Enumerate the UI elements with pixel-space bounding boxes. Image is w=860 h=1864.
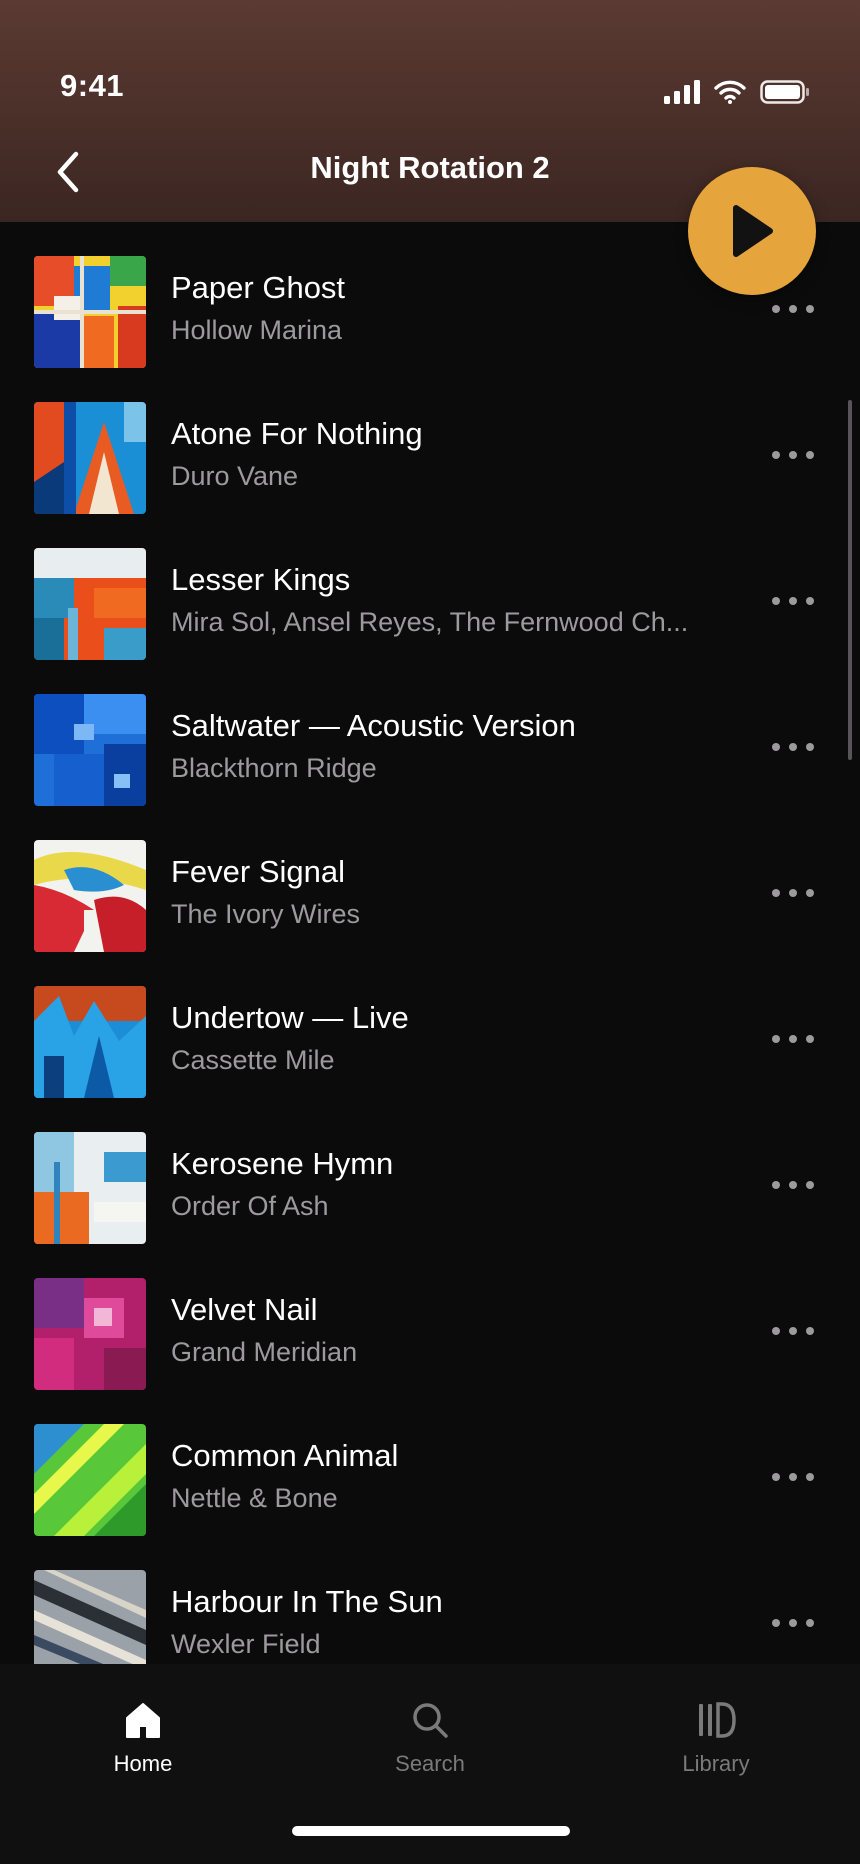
track-title: Saltwater — Acoustic Version	[171, 708, 576, 743]
track-artist: Grand Meridian	[171, 1337, 358, 1367]
track-artist: Blackthorn Ridge	[171, 753, 377, 783]
album-art	[34, 402, 146, 514]
album-art	[34, 986, 146, 1098]
track-artist: The Ivory Wires	[171, 899, 361, 929]
battery-icon	[760, 80, 809, 104]
track-title: Lesser Kings	[171, 562, 351, 597]
home-indicator[interactable]	[292, 1826, 570, 1836]
more-options-icon[interactable]	[772, 1619, 814, 1629]
more-options-icon[interactable]	[772, 743, 814, 753]
more-options-icon[interactable]	[772, 1035, 814, 1045]
wifi-icon	[714, 80, 746, 104]
track-title: Fever Signal	[171, 854, 346, 889]
track-title: Atone For Nothing	[171, 416, 423, 451]
scrollbar[interactable]	[848, 400, 852, 760]
track-row[interactable]: Saltwater — Acoustic Version Blackthorn …	[0, 660, 860, 806]
track-row[interactable]: Fever Signal The Ivory Wires	[0, 806, 860, 952]
signal-icon	[664, 80, 700, 104]
album-art	[34, 1424, 146, 1536]
track-title: Paper Ghost	[171, 270, 346, 305]
more-options-icon[interactable]	[772, 889, 814, 899]
track-row[interactable]: Lesser Kings Mira Sol, Ansel Reyes, The …	[0, 514, 860, 660]
track-artist: Nettle & Bone	[171, 1483, 338, 1513]
track-title: Kerosene Hymn	[171, 1146, 394, 1181]
track-row[interactable]: Harbour In The Sun Wexler Field	[0, 1536, 860, 1664]
track-row[interactable]: Common Animal Nettle & Bone	[0, 1390, 860, 1536]
library-icon	[699, 1702, 736, 1738]
home-icon	[126, 1703, 160, 1738]
album-art	[34, 1278, 146, 1390]
track-row[interactable]: Velvet Nail Grand Meridian	[0, 1244, 860, 1390]
tab-library-label: Library	[682, 1751, 750, 1776]
tab-home-label: Home	[113, 1751, 173, 1776]
album-art	[34, 694, 146, 806]
tab-library[interactable]: Library	[636, 1700, 796, 1777]
status-icons	[664, 80, 810, 104]
status-time: 9:41	[60, 68, 125, 103]
album-art	[34, 548, 146, 660]
more-options-icon[interactable]	[772, 1327, 814, 1337]
track-title: Common Animal	[171, 1438, 399, 1473]
more-options-icon[interactable]	[772, 1181, 814, 1191]
more-options-icon[interactable]	[772, 1473, 814, 1483]
search-icon	[413, 1703, 448, 1738]
more-options-icon[interactable]	[772, 597, 814, 607]
track-row[interactable]: Atone For Nothing Duro Vane	[0, 368, 860, 514]
track-artist: Mira Sol, Ansel Reyes, The Fernwood Ch..…	[171, 607, 689, 637]
track-artist: Duro Vane	[171, 461, 299, 491]
track-artist: Hollow Marina	[171, 315, 343, 345]
play-icon	[733, 205, 773, 257]
track-row[interactable]: Kerosene Hymn Order Of Ash	[0, 1098, 860, 1244]
album-art	[34, 1132, 146, 1244]
album-art	[34, 1570, 146, 1664]
track-artist: Wexler Field	[171, 1629, 321, 1659]
track-artist: Order Of Ash	[171, 1191, 329, 1221]
more-options-icon[interactable]	[772, 305, 814, 315]
track-title: Harbour In The Sun	[171, 1584, 443, 1619]
album-art	[34, 256, 146, 368]
more-options-icon[interactable]	[772, 451, 814, 461]
track-title: Undertow — Live	[171, 1000, 409, 1035]
track-row[interactable]: Undertow — Live Cassette Mile	[0, 952, 860, 1098]
play-button[interactable]	[688, 167, 816, 295]
track-artist: Cassette Mile	[171, 1045, 335, 1075]
tab-search[interactable]: Search	[350, 1700, 510, 1777]
tab-search-label: Search	[395, 1751, 465, 1776]
track-title: Velvet Nail	[171, 1292, 318, 1327]
tab-home[interactable]: Home	[63, 1700, 223, 1777]
album-art	[34, 840, 146, 952]
track-list: Paper Ghost Hollow Marina Atone For Noth…	[0, 222, 860, 1664]
